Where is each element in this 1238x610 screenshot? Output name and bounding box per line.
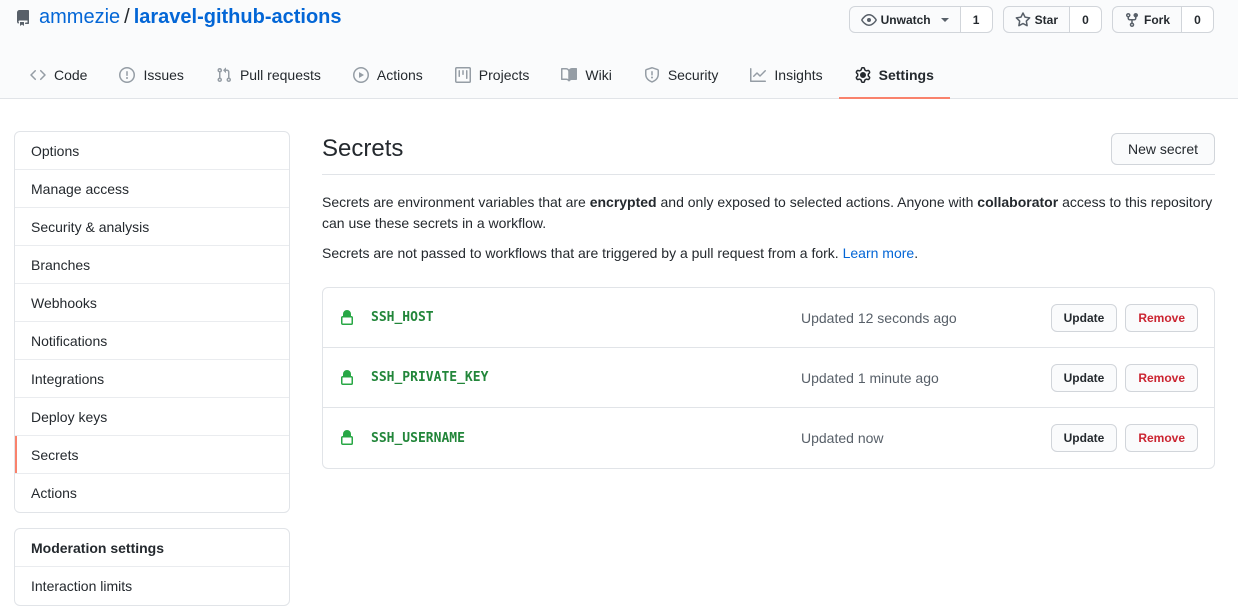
watch-group: Unwatch 1	[848, 6, 993, 33]
secret-updated: Updated 12 seconds ago	[801, 309, 957, 326]
page-title: Secrets	[322, 134, 404, 162]
sidebar-item-interaction-limits[interactable]: Interaction limits	[15, 567, 289, 605]
repo-title: ammezie / laravel-github-actions	[15, 6, 342, 29]
tab-insights-label: Insights	[774, 67, 823, 83]
settings-sidebar: Options Manage access Security & analysi…	[14, 131, 290, 513]
sidebar-item-integrations[interactable]: Integrations	[15, 360, 289, 398]
fork-icon	[1125, 12, 1138, 27]
new-secret-button[interactable]: New secret	[1110, 132, 1215, 165]
tab-wiki[interactable]: Wiki	[545, 53, 627, 99]
sidebar-item-notifications[interactable]: Notifications	[15, 322, 289, 360]
tab-insights[interactable]: Insights	[734, 53, 838, 99]
fork-note-text: Secrets are not passed to workflows that…	[322, 245, 843, 261]
tab-security[interactable]: Security	[628, 53, 735, 99]
tab-pull-requests[interactable]: Pull requests	[200, 53, 337, 99]
book-icon	[561, 67, 578, 82]
update-secret-button[interactable]: Update	[1050, 363, 1118, 392]
pull-request-icon	[217, 67, 231, 83]
secrets-description: Secrets are environment variables that a…	[322, 192, 1215, 234]
gear-icon	[855, 67, 871, 83]
moderation-sidebar: Moderation settings Interaction limits	[14, 528, 290, 606]
watch-count[interactable]: 1	[960, 6, 993, 33]
secret-name: SSH_PRIVATE_KEY	[371, 370, 489, 385]
update-secret-button[interactable]: Update	[1050, 424, 1118, 452]
star-count[interactable]: 0	[1069, 6, 1102, 33]
tab-projects-label: Projects	[478, 67, 530, 83]
sidebar-item-deploy-keys[interactable]: Deploy keys	[15, 398, 289, 436]
desc-text-1: Secrets are environment variables that a…	[322, 194, 590, 210]
secret-updated: Updated 1 minute ago	[801, 369, 939, 386]
repo-name-link[interactable]: laravel-github-actions	[134, 6, 342, 29]
tab-issues-label: Issues	[143, 67, 184, 83]
tab-wiki-label: Wiki	[585, 67, 612, 83]
tab-code-label: Code	[54, 67, 88, 83]
repo-separator: /	[124, 6, 130, 28]
tab-settings-label: Settings	[878, 67, 934, 83]
desc-bold-collaborator: collaborator	[977, 194, 1059, 210]
unwatch-label: Unwatch	[880, 12, 931, 27]
moderation-heading: Moderation settings	[15, 529, 289, 567]
sidebar-item-branches[interactable]: Branches	[15, 246, 289, 284]
star-button[interactable]: Star	[1002, 6, 1070, 33]
tab-pull-requests-label: Pull requests	[239, 67, 321, 83]
play-icon	[352, 67, 369, 83]
tab-actions[interactable]: Actions	[337, 53, 439, 99]
update-secret-button[interactable]: Update	[1050, 303, 1118, 332]
tab-issues[interactable]: Issues	[103, 53, 199, 99]
eye-icon	[860, 13, 877, 26]
lock-icon	[339, 369, 355, 386]
issue-icon	[119, 67, 136, 83]
sidebar-item-options[interactable]: Options	[15, 132, 289, 170]
sidebar-item-actions[interactable]: Actions	[15, 474, 289, 512]
desc-text-2: and only exposed to selected actions. An…	[656, 194, 978, 210]
fork-group: Fork 0	[1111, 6, 1214, 33]
repo-header: ammezie / laravel-github-actions Unwatch…	[0, 0, 1238, 99]
graph-icon	[750, 68, 767, 82]
star-label: Star	[1034, 12, 1058, 27]
secret-name: SSH_USERNAME	[371, 430, 465, 446]
secret-row: SSH_USERNAME Updated now Update Remove	[323, 408, 1214, 468]
secret-row: SSH_PRIVATE_KEY Updated 1 minute ago Upd…	[323, 348, 1214, 408]
fork-note-end: .	[914, 245, 919, 261]
code-icon	[30, 69, 46, 81]
secret-name: SSH_HOST	[371, 310, 434, 325]
sidebar-item-webhooks[interactable]: Webhooks	[15, 284, 289, 322]
learn-more-link[interactable]: Learn more	[843, 245, 915, 261]
chevron-down-icon	[940, 17, 949, 22]
tab-settings[interactable]: Settings	[838, 53, 950, 99]
project-icon	[454, 67, 471, 83]
tab-projects[interactable]: Projects	[439, 53, 546, 99]
remove-secret-button[interactable]: Remove	[1125, 363, 1198, 392]
fork-button[interactable]: Fork	[1111, 6, 1182, 33]
remove-secret-button[interactable]: Remove	[1125, 303, 1198, 332]
lock-icon	[339, 430, 355, 446]
repo-nav: Code Issues Pull requests Actions Projec…	[14, 53, 950, 99]
star-group: Star 0	[1002, 6, 1102, 33]
fork-count[interactable]: 0	[1182, 6, 1214, 33]
sidebar-item-secrets[interactable]: Secrets	[15, 436, 289, 474]
secrets-list: SSH_HOST Updated 12 seconds ago Update R…	[322, 287, 1215, 469]
repo-actions: Unwatch 1 Star 0 Fork 0	[848, 6, 1214, 33]
unwatch-button[interactable]: Unwatch	[848, 6, 961, 33]
tab-actions-label: Actions	[376, 67, 423, 83]
tab-security-label: Security	[667, 67, 719, 83]
shield-icon	[644, 67, 659, 83]
desc-bold-encrypted: encrypted	[589, 194, 657, 210]
fork-label: Fork	[1143, 12, 1170, 27]
star-icon	[1015, 11, 1031, 26]
repo-icon	[15, 9, 31, 26]
tab-code[interactable]: Code	[14, 53, 103, 99]
secret-updated: Updated now	[801, 430, 884, 446]
remove-secret-button[interactable]: Remove	[1125, 424, 1198, 452]
lock-icon	[339, 309, 355, 326]
sidebar-item-manage-access[interactable]: Manage access	[15, 170, 289, 208]
subhead: Secrets New secret	[322, 131, 1215, 175]
sidebar-item-security-analysis[interactable]: Security & analysis	[15, 208, 289, 246]
secret-row: SSH_HOST Updated 12 seconds ago Update R…	[323, 288, 1214, 348]
repo-owner-link[interactable]: ammezie	[39, 6, 120, 29]
secrets-main: Secrets New secret Secrets are environme…	[322, 131, 1215, 469]
fork-note: Secrets are not passed to workflows that…	[322, 243, 1215, 264]
